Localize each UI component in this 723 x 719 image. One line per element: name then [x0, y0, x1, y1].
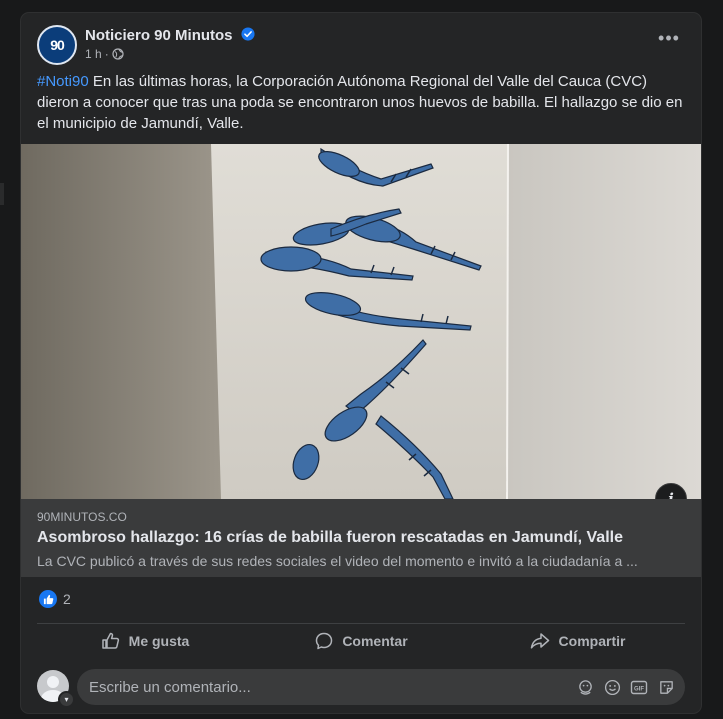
link-description: La CVC publicó a través de sus redes soc…: [37, 553, 638, 569]
post-timestamp[interactable]: 1 h: [85, 47, 102, 61]
link-preview[interactable]: 90MINUTOS.CO Asombroso hallazgo: 16 cría…: [21, 499, 701, 577]
reaction-summary[interactable]: 2: [39, 590, 71, 608]
like-reaction-icon: [39, 590, 57, 608]
action-bar: Me gusta Comentar Compartir: [37, 625, 685, 657]
emoji-icon[interactable]: [603, 678, 621, 696]
post-body-text: En las últimas horas, la Corporación Aut…: [37, 73, 683, 132]
gif-icon[interactable]: GIF: [630, 678, 648, 696]
like-label: Me gusta: [128, 633, 190, 649]
share-label: Compartir: [558, 633, 626, 649]
thumbs-up-icon: [101, 632, 119, 649]
comment-composer: ▾ Escribe un comentario... GIF: [37, 669, 685, 708]
chevron-down-icon[interactable]: ▾: [58, 691, 75, 708]
post-header: 90 Noticiero 90 Minutos 1 h · •••: [37, 25, 685, 65]
reaction-count: 2: [63, 591, 71, 607]
comment-placeholder: Escribe un comentario...: [89, 678, 251, 696]
post-card: 90 Noticiero 90 Minutos 1 h · ••• #Noti9…: [21, 13, 701, 713]
avatar-head-shape: [47, 676, 59, 688]
like-button[interactable]: Me gusta: [37, 625, 253, 657]
avatar-sticker-icon[interactable]: [576, 678, 594, 696]
sticker-icon[interactable]: [657, 678, 675, 696]
comment-bubble-icon: [316, 632, 333, 650]
hashtag-link[interactable]: #Noti90: [37, 73, 89, 90]
page-name-row: Noticiero 90 Minutos: [85, 27, 255, 44]
actions-divider: [37, 623, 685, 624]
post-message: #Noti90 En las últimas horas, la Corpora…: [37, 71, 687, 134]
link-domain: 90MINUTOS.CO: [37, 510, 127, 524]
comment-tools: GIF: [576, 678, 675, 696]
page-name-link[interactable]: Noticiero 90 Minutos: [85, 27, 233, 44]
post-image[interactable]: [21, 144, 701, 499]
comment-label: Comentar: [342, 633, 408, 649]
meta-separator: ·: [104, 47, 109, 61]
verified-badge-icon: [241, 27, 255, 41]
share-arrow-icon: [530, 633, 549, 649]
share-button[interactable]: Compartir: [469, 625, 685, 657]
post-meta: 1 h ·: [85, 47, 124, 61]
svg-text:GIF: GIF: [634, 686, 644, 692]
page-avatar[interactable]: 90: [37, 25, 77, 65]
comment-input[interactable]: Escribe un comentario... GIF: [77, 669, 685, 705]
link-title[interactable]: Asombroso hallazgo: 16 crías de babilla …: [37, 529, 623, 547]
comment-button[interactable]: Comentar: [253, 625, 469, 657]
left-edge-tab: [0, 183, 4, 205]
avatar-logo-text: 90: [50, 37, 65, 53]
globe-icon[interactable]: [112, 48, 124, 60]
more-options-button[interactable]: •••: [655, 29, 683, 55]
